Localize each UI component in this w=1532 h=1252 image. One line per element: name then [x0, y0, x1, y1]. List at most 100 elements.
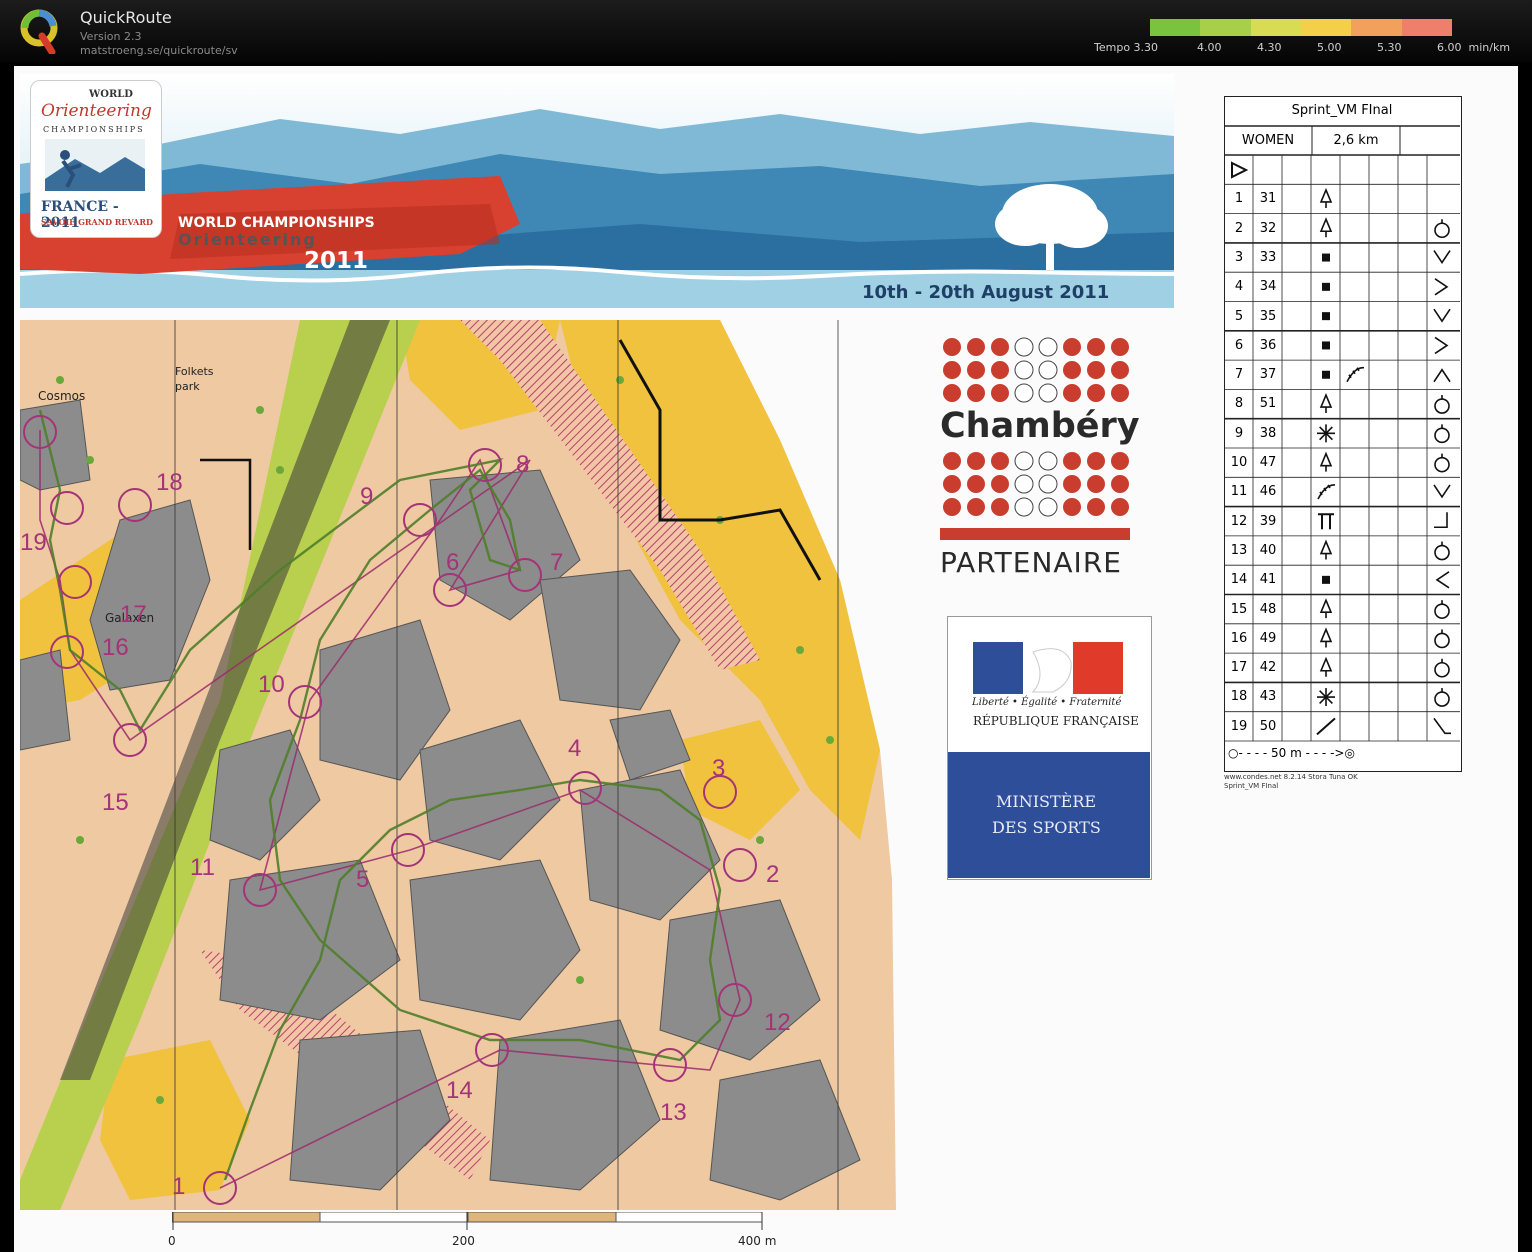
square-symbol-icon: [1322, 370, 1330, 379]
control-number: 19: [20, 529, 47, 556]
chambery-dot: [1038, 360, 1058, 380]
tempo-swatch: [1384, 19, 1402, 36]
tempo-swatch: [1166, 19, 1184, 36]
sash-world-championships: WORLD CHAMPIONSHIPS: [178, 215, 375, 231]
control-order: 9: [1234, 425, 1244, 441]
scale-label: 200: [452, 1234, 475, 1248]
tempo-swatch: [1150, 19, 1167, 36]
chambery-dot: [967, 452, 985, 470]
condes-course: Sprint_VM FInal: [1224, 782, 1279, 790]
chambery-dot: [943, 498, 961, 516]
chambery-red-bar: [940, 528, 1130, 540]
control-order: 18: [1230, 689, 1248, 705]
chambery-dot: [1111, 384, 1129, 402]
chambery-logo-text: Chambéry: [940, 406, 1140, 446]
control-code: 51: [1259, 396, 1277, 412]
thicket-symbol-icon: [1317, 424, 1335, 443]
chambery-dot: [991, 384, 1009, 402]
tempo-swatch: [1183, 19, 1201, 36]
tree-symbol-icon: [1319, 656, 1333, 677]
control-order: 10: [1230, 455, 1248, 470]
control-code: 32: [1259, 220, 1277, 236]
chambery-dot: [1038, 383, 1058, 403]
chambery-dot: [1063, 452, 1081, 470]
control-order: 12: [1230, 513, 1248, 529]
scale-label: 400 m: [738, 1234, 777, 1248]
chambery-dot: [1014, 337, 1034, 357]
circle-symbol-icon: [1434, 688, 1450, 707]
control-number: 4: [568, 735, 581, 762]
circle-symbol-icon: [1434, 395, 1450, 414]
control-code: 34: [1259, 279, 1277, 295]
line-symbol-icon: [1316, 717, 1336, 736]
end-symbol-icon: [1434, 512, 1448, 529]
app-url[interactable]: matstroeng.se/quickroute/sv: [80, 44, 238, 57]
chambery-dots-bottom: [943, 451, 1129, 517]
corner-east-symbol-icon: [1434, 336, 1449, 355]
square-symbol-icon: [1322, 253, 1330, 262]
chambery-dot: [1038, 337, 1058, 357]
sash-year: 2011: [304, 248, 369, 274]
woc-savoie: SAVOIE GRAND REVARD: [41, 217, 153, 227]
control-number: 3: [712, 755, 725, 782]
control-code: 35: [1259, 308, 1277, 324]
control-order: 8: [1234, 396, 1244, 412]
control-order: 7: [1234, 367, 1244, 383]
control-code: 49: [1259, 630, 1277, 646]
tree-symbol-icon: [1319, 187, 1333, 208]
tempo-swatch: [1418, 19, 1436, 36]
chambery-dot: [1111, 338, 1129, 356]
control-code: 43: [1259, 689, 1277, 705]
circle-symbol-icon: [1434, 424, 1450, 444]
chambery-dot: [967, 475, 985, 493]
start-triangle-icon: [1231, 161, 1249, 179]
woc-runner-icon: [45, 139, 145, 191]
corner-west-symbol-icon: [1435, 571, 1450, 589]
orienteering-map[interactable]: Cosmos Folkets park Galaxen 1 2 3 4 5 6 …: [20, 320, 896, 1210]
condes-credit: www.condes.net 8.2.14 Stora Tuna OK: [1224, 773, 1358, 781]
control-order: 2: [1234, 220, 1244, 236]
circle-symbol-icon: [1434, 658, 1450, 678]
control-order: 13: [1230, 542, 1248, 558]
app-version: Version 2.3: [80, 30, 142, 43]
wall-symbol-icon: [1346, 366, 1365, 383]
square-symbol-icon: [1322, 312, 1330, 321]
control-number: 10: [258, 671, 285, 698]
map-label-park: park: [175, 380, 200, 393]
control-number: 9: [360, 483, 373, 510]
chambery-dot: [1063, 475, 1081, 493]
map-label-folkets: Folkets: [175, 365, 214, 378]
control-number: 7: [550, 549, 563, 576]
control-code: 40: [1259, 542, 1277, 558]
control-code: 48: [1259, 601, 1277, 617]
scale-bar: [172, 1212, 763, 1230]
marianne-flag-icon: [973, 642, 1123, 694]
tree-symbol-icon: [1319, 627, 1333, 648]
sash-orienteering: Orienteering: [178, 230, 317, 249]
tempo-tick: 4.00: [1197, 41, 1222, 54]
control-code: 37: [1259, 367, 1277, 383]
chambery-dot: [991, 361, 1009, 379]
tree-symbol-icon: [1319, 392, 1333, 414]
tempo-swatch: [1200, 19, 1218, 36]
corner-east-symbol-icon: [1434, 278, 1449, 296]
control-number: 12: [764, 1009, 791, 1036]
wall-symbol-icon: [1317, 484, 1336, 500]
chambery-dot: [1038, 474, 1058, 494]
chambery-dot: [943, 338, 961, 356]
chambery-dot: [943, 475, 961, 493]
tempo-swatch: [1368, 19, 1385, 36]
chambery-dot: [1014, 497, 1034, 517]
circle-symbol-icon: [1434, 629, 1450, 649]
tree-symbol-icon: [1319, 451, 1333, 472]
tempo-swatch: [1334, 19, 1352, 36]
control-number: 5: [356, 866, 369, 893]
control-code: 36: [1259, 337, 1277, 353]
control-number: 14: [446, 1077, 473, 1104]
thicket-symbol-icon: [1317, 688, 1335, 707]
tempo-label: Tempo 3.30: [1094, 41, 1159, 54]
square-symbol-icon: [1322, 341, 1330, 350]
corner-south-symbol-icon: [1433, 308, 1451, 323]
control-number: 8: [516, 451, 529, 478]
tempo-tick: 5.30: [1377, 41, 1402, 54]
